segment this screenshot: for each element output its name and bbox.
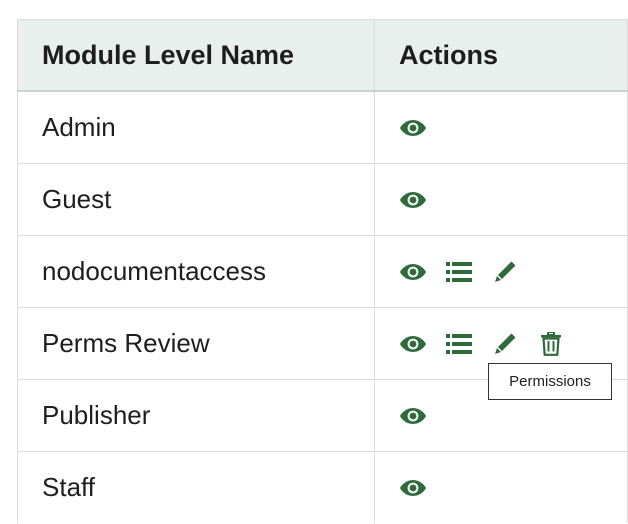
- column-header-name[interactable]: Module Level Name: [17, 19, 375, 92]
- table-row: Guest: [17, 163, 628, 236]
- delete-trash-icon[interactable]: [537, 330, 565, 358]
- table-row: Admin: [17, 90, 628, 164]
- permissions-tooltip: Permissions: [488, 363, 612, 400]
- table-row: nodocumentaccess: [17, 235, 628, 308]
- module-level-name: Staff: [17, 451, 375, 523]
- module-levels-table-wrapper: Module Level Name Actions Admin Guest no…: [17, 19, 628, 523]
- permissions-list-icon[interactable]: [445, 258, 473, 286]
- module-level-name: nodocumentaccess: [17, 235, 375, 308]
- view-eye-icon[interactable]: [399, 474, 427, 502]
- view-eye-icon[interactable]: [399, 186, 427, 214]
- view-eye-icon[interactable]: [399, 258, 427, 286]
- module-level-name: Publisher: [17, 379, 375, 452]
- table-row: Staff: [17, 451, 628, 523]
- edit-pencil-icon[interactable]: [491, 330, 519, 358]
- actions-cell: [374, 90, 628, 164]
- actions-cell: [374, 163, 628, 236]
- view-eye-icon[interactable]: [399, 330, 427, 358]
- module-level-name: Admin: [17, 90, 375, 164]
- edit-pencil-icon[interactable]: [491, 258, 519, 286]
- view-eye-icon[interactable]: [399, 114, 427, 142]
- module-level-name: Guest: [17, 163, 375, 236]
- module-level-name: Perms Review: [17, 307, 375, 380]
- actions-cell: [374, 235, 628, 308]
- table-header-row: Module Level Name Actions: [17, 19, 628, 92]
- actions-cell: [374, 451, 628, 523]
- permissions-list-icon[interactable]: [445, 330, 473, 358]
- view-eye-icon[interactable]: [399, 402, 427, 430]
- column-header-actions: Actions: [374, 19, 628, 92]
- module-levels-table: Module Level Name Actions Admin Guest no…: [17, 19, 628, 523]
